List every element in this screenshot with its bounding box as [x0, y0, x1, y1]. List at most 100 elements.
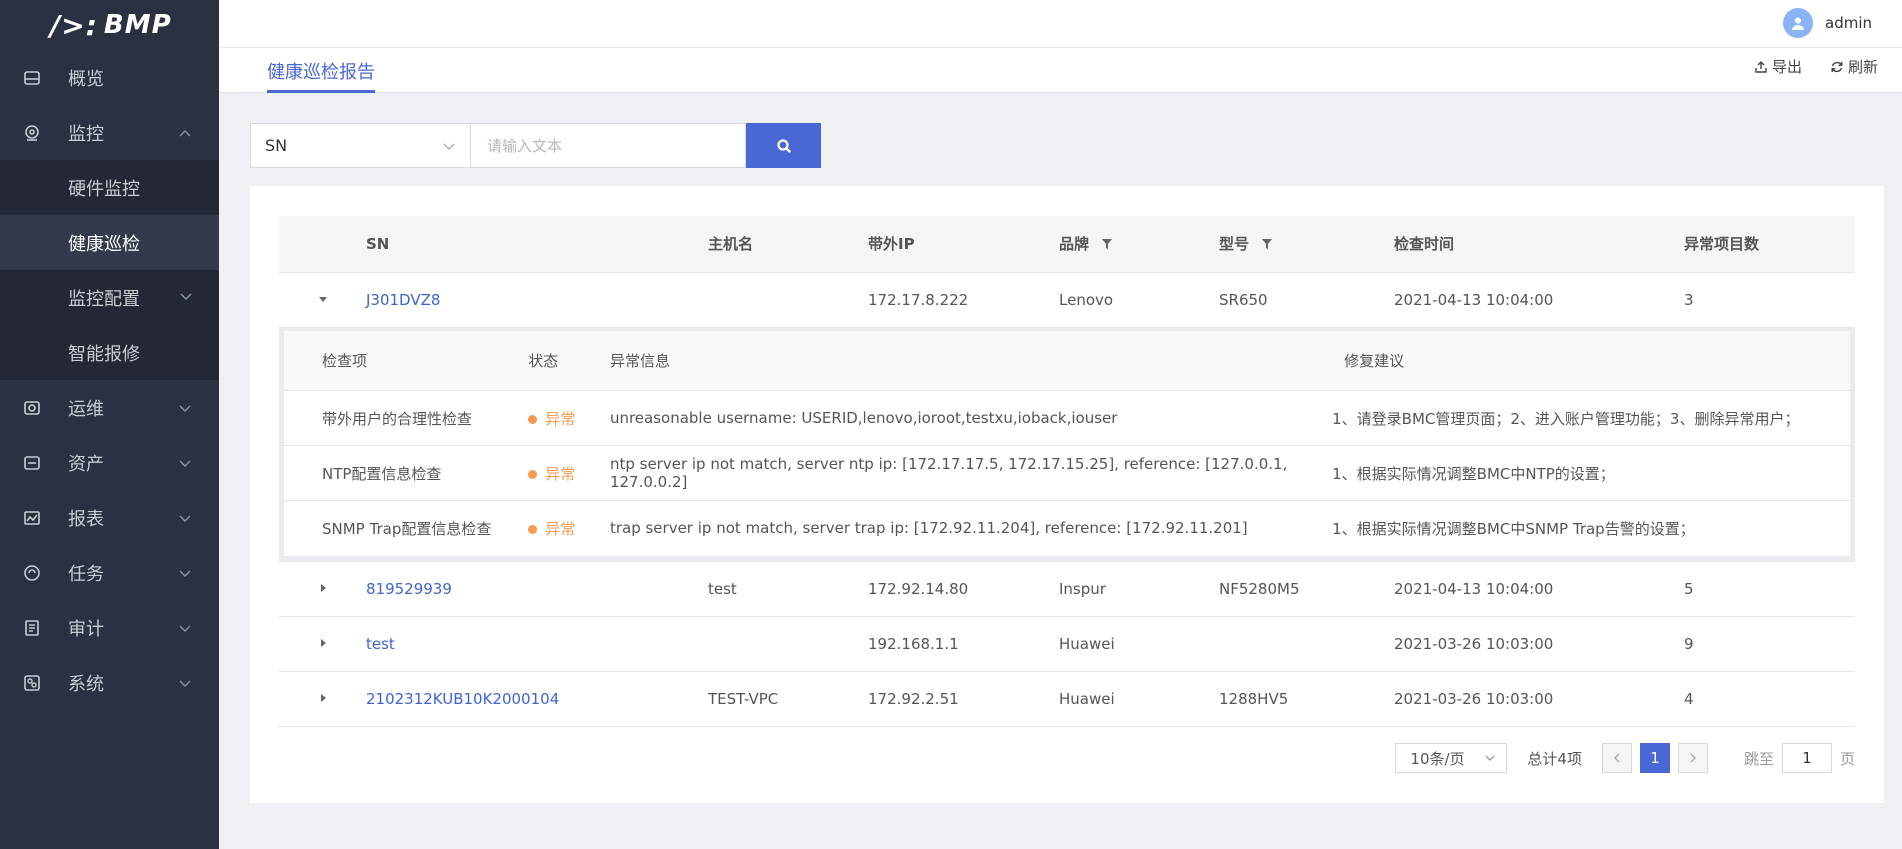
search-icon	[776, 138, 791, 153]
table-header-row: SN 主机名 带外IP 品牌 型号 检查时间 异常项目数	[279, 216, 1855, 273]
search-input[interactable]	[471, 123, 746, 168]
prev-page-button[interactable]	[1601, 743, 1632, 773]
caret-right-icon[interactable]	[317, 690, 329, 708]
sidebar-item-reports[interactable]: 报表	[0, 490, 219, 545]
sidebar-subitem-smart-repair[interactable]: 智能报修	[0, 325, 219, 380]
chevron-down-icon	[443, 143, 455, 150]
export-button[interactable]: 导出	[1754, 56, 1802, 77]
sidebar-subitem-hardware-monitor[interactable]: 硬件监控	[0, 160, 219, 215]
avatar[interactable]	[1783, 8, 1813, 38]
cell-sn[interactable]: test	[366, 616, 708, 672]
sidebar-item-assets[interactable]: 资产	[0, 435, 219, 490]
sidebar-subitem-label: 监控配置	[68, 288, 140, 310]
detail-row: SNMP Trap配置信息检查 异常 trap server ip not ma…	[284, 501, 1850, 556]
sidebar-item-label: 系统	[68, 673, 104, 695]
expand-cell[interactable]	[279, 561, 366, 617]
cell-brand: Huawei	[1059, 671, 1219, 727]
filter-icon[interactable]	[1101, 236, 1113, 254]
detail-row: 带外用户的合理性检查 异常 unreasonable username: USE…	[284, 390, 1850, 446]
sidebar-item-audit[interactable]: 审计	[0, 600, 219, 655]
chevron-down-icon	[177, 400, 193, 416]
detail-column-header-fix: 修复建议	[1332, 330, 1850, 391]
sidebar-item-monitor[interactable]: 监控	[0, 105, 219, 160]
audit-icon	[22, 618, 42, 638]
user-name[interactable]: admin	[1825, 14, 1872, 32]
sidebar-item-label: 监控	[68, 123, 104, 145]
assets-icon	[22, 453, 42, 473]
sidebar: />: BMP 概览 监控 硬件监控 健康巡检 监控配置 智能报修 运维 资产 …	[0, 0, 219, 849]
sidebar-item-tasks[interactable]: 任务	[0, 545, 219, 600]
table-row: 819529939 test 172.92.14.80 Inspur NF528…	[279, 561, 1855, 617]
page-header: 健康巡检报告 导出 刷新	[219, 48, 1902, 93]
page-size-select[interactable]: 10条/页	[1395, 743, 1508, 773]
status-badge: 异常	[545, 519, 576, 538]
cell-abnormal-count: 9	[1684, 616, 1855, 672]
sidebar-subitem-health-check[interactable]: 健康巡检	[0, 215, 219, 270]
cell-model	[1219, 616, 1394, 672]
detail-status: 异常	[528, 390, 610, 446]
sn-link[interactable]: 2102312KUB10K2000104	[366, 690, 559, 708]
sn-link[interactable]: J301DVZ8	[366, 291, 440, 309]
column-header-model[interactable]: 型号	[1219, 216, 1394, 273]
chevron-down-icon	[177, 620, 193, 636]
page-size-value: 10条/页	[1410, 749, 1465, 768]
header-actions: 导出 刷新	[1754, 56, 1878, 77]
filter-icon[interactable]	[1261, 236, 1273, 254]
expand-cell[interactable]	[279, 272, 366, 328]
cell-check-time: 2021-03-26 10:03:00	[1394, 671, 1684, 727]
column-header-check-time[interactable]: 检查时间	[1394, 216, 1684, 273]
next-page-button[interactable]	[1677, 743, 1708, 773]
chevron-down-icon	[1485, 755, 1495, 761]
sidebar-subitem-monitor-config[interactable]: 监控配置	[0, 270, 219, 325]
cell-abnormal-count: 5	[1684, 561, 1855, 617]
cell-sn[interactable]: J301DVZ8	[366, 272, 708, 328]
report-table: SN 主机名 带外IP 品牌 型号 检查时间 异常项目数 J301DVZ8 17…	[279, 216, 1855, 727]
column-header-expand	[279, 216, 366, 273]
cell-sn[interactable]: 2102312KUB10K2000104	[366, 671, 708, 727]
sidebar-item-label: 审计	[68, 618, 104, 640]
table-row: 2102312KUB10K2000104 TEST-VPC 172.92.2.5…	[279, 671, 1855, 727]
sidebar-item-ops[interactable]: 运维	[0, 380, 219, 435]
settings-icon	[22, 673, 42, 693]
detail-info: ntp server ip not match, server ntp ip: …	[609, 445, 1333, 501]
sidebar-item-system[interactable]: 系统	[0, 655, 219, 710]
sn-link[interactable]: 819529939	[366, 580, 452, 598]
tab-health-report[interactable]: 健康巡检报告	[267, 58, 375, 93]
search-bar: SN	[250, 123, 821, 168]
column-header-sn[interactable]: SN	[366, 216, 708, 273]
sidebar-item-label: 概览	[68, 68, 104, 90]
page-number-current[interactable]: 1	[1639, 743, 1670, 773]
refresh-label: 刷新	[1847, 58, 1878, 76]
sn-link[interactable]: test	[366, 635, 395, 653]
user-menu[interactable]: admin	[1783, 8, 1872, 38]
caret-right-icon[interactable]	[317, 635, 329, 653]
jump-label: 跳至	[1743, 749, 1774, 768]
sidebar-item-overview[interactable]: 概览	[0, 50, 219, 105]
cell-hostname	[708, 272, 868, 328]
column-header-abnormal-count[interactable]: 异常项目数	[1684, 216, 1855, 273]
column-header-hostname[interactable]: 主机名	[708, 216, 868, 273]
expanded-detail-cell: 检查项 状态 异常信息 修复建议 带外用户的合理性检查 异常 unreasona…	[279, 327, 1855, 562]
cell-sn[interactable]: 819529939	[366, 561, 708, 617]
sidebar-subitem-label: 健康巡检	[68, 233, 140, 255]
detail-header-row: 检查项 状态 异常信息 修复建议	[284, 330, 1850, 391]
caret-right-icon[interactable]	[317, 580, 329, 598]
expand-cell[interactable]	[279, 671, 366, 727]
refresh-button[interactable]: 刷新	[1830, 56, 1878, 77]
search-field-select[interactable]: SN	[250, 123, 471, 168]
jump-page-input[interactable]	[1781, 743, 1832, 773]
detail-fix: 1、根据实际情况调整BMC中SNMP Trap告警的设置；	[1332, 519, 1695, 538]
column-header-brand[interactable]: 品牌	[1059, 216, 1219, 273]
chevron-down-icon	[177, 510, 193, 526]
sidebar-item-label: 资产	[68, 453, 104, 475]
detail-info: trap server ip not match, server trap ip…	[609, 519, 1248, 538]
status-dot	[528, 414, 538, 424]
table-row: J301DVZ8 172.17.8.222 Lenovo SR650 2021-…	[279, 272, 1855, 328]
detail-row: NTP配置信息检查 异常 ntp server ip not match, se…	[284, 445, 1850, 501]
expand-cell[interactable]	[279, 616, 366, 672]
page-jump: 跳至 页	[1744, 743, 1855, 773]
tasks-icon	[22, 563, 42, 583]
search-button[interactable]	[746, 123, 821, 168]
caret-down-icon[interactable]	[317, 291, 329, 309]
column-header-ip[interactable]: 带外IP	[868, 216, 1059, 273]
